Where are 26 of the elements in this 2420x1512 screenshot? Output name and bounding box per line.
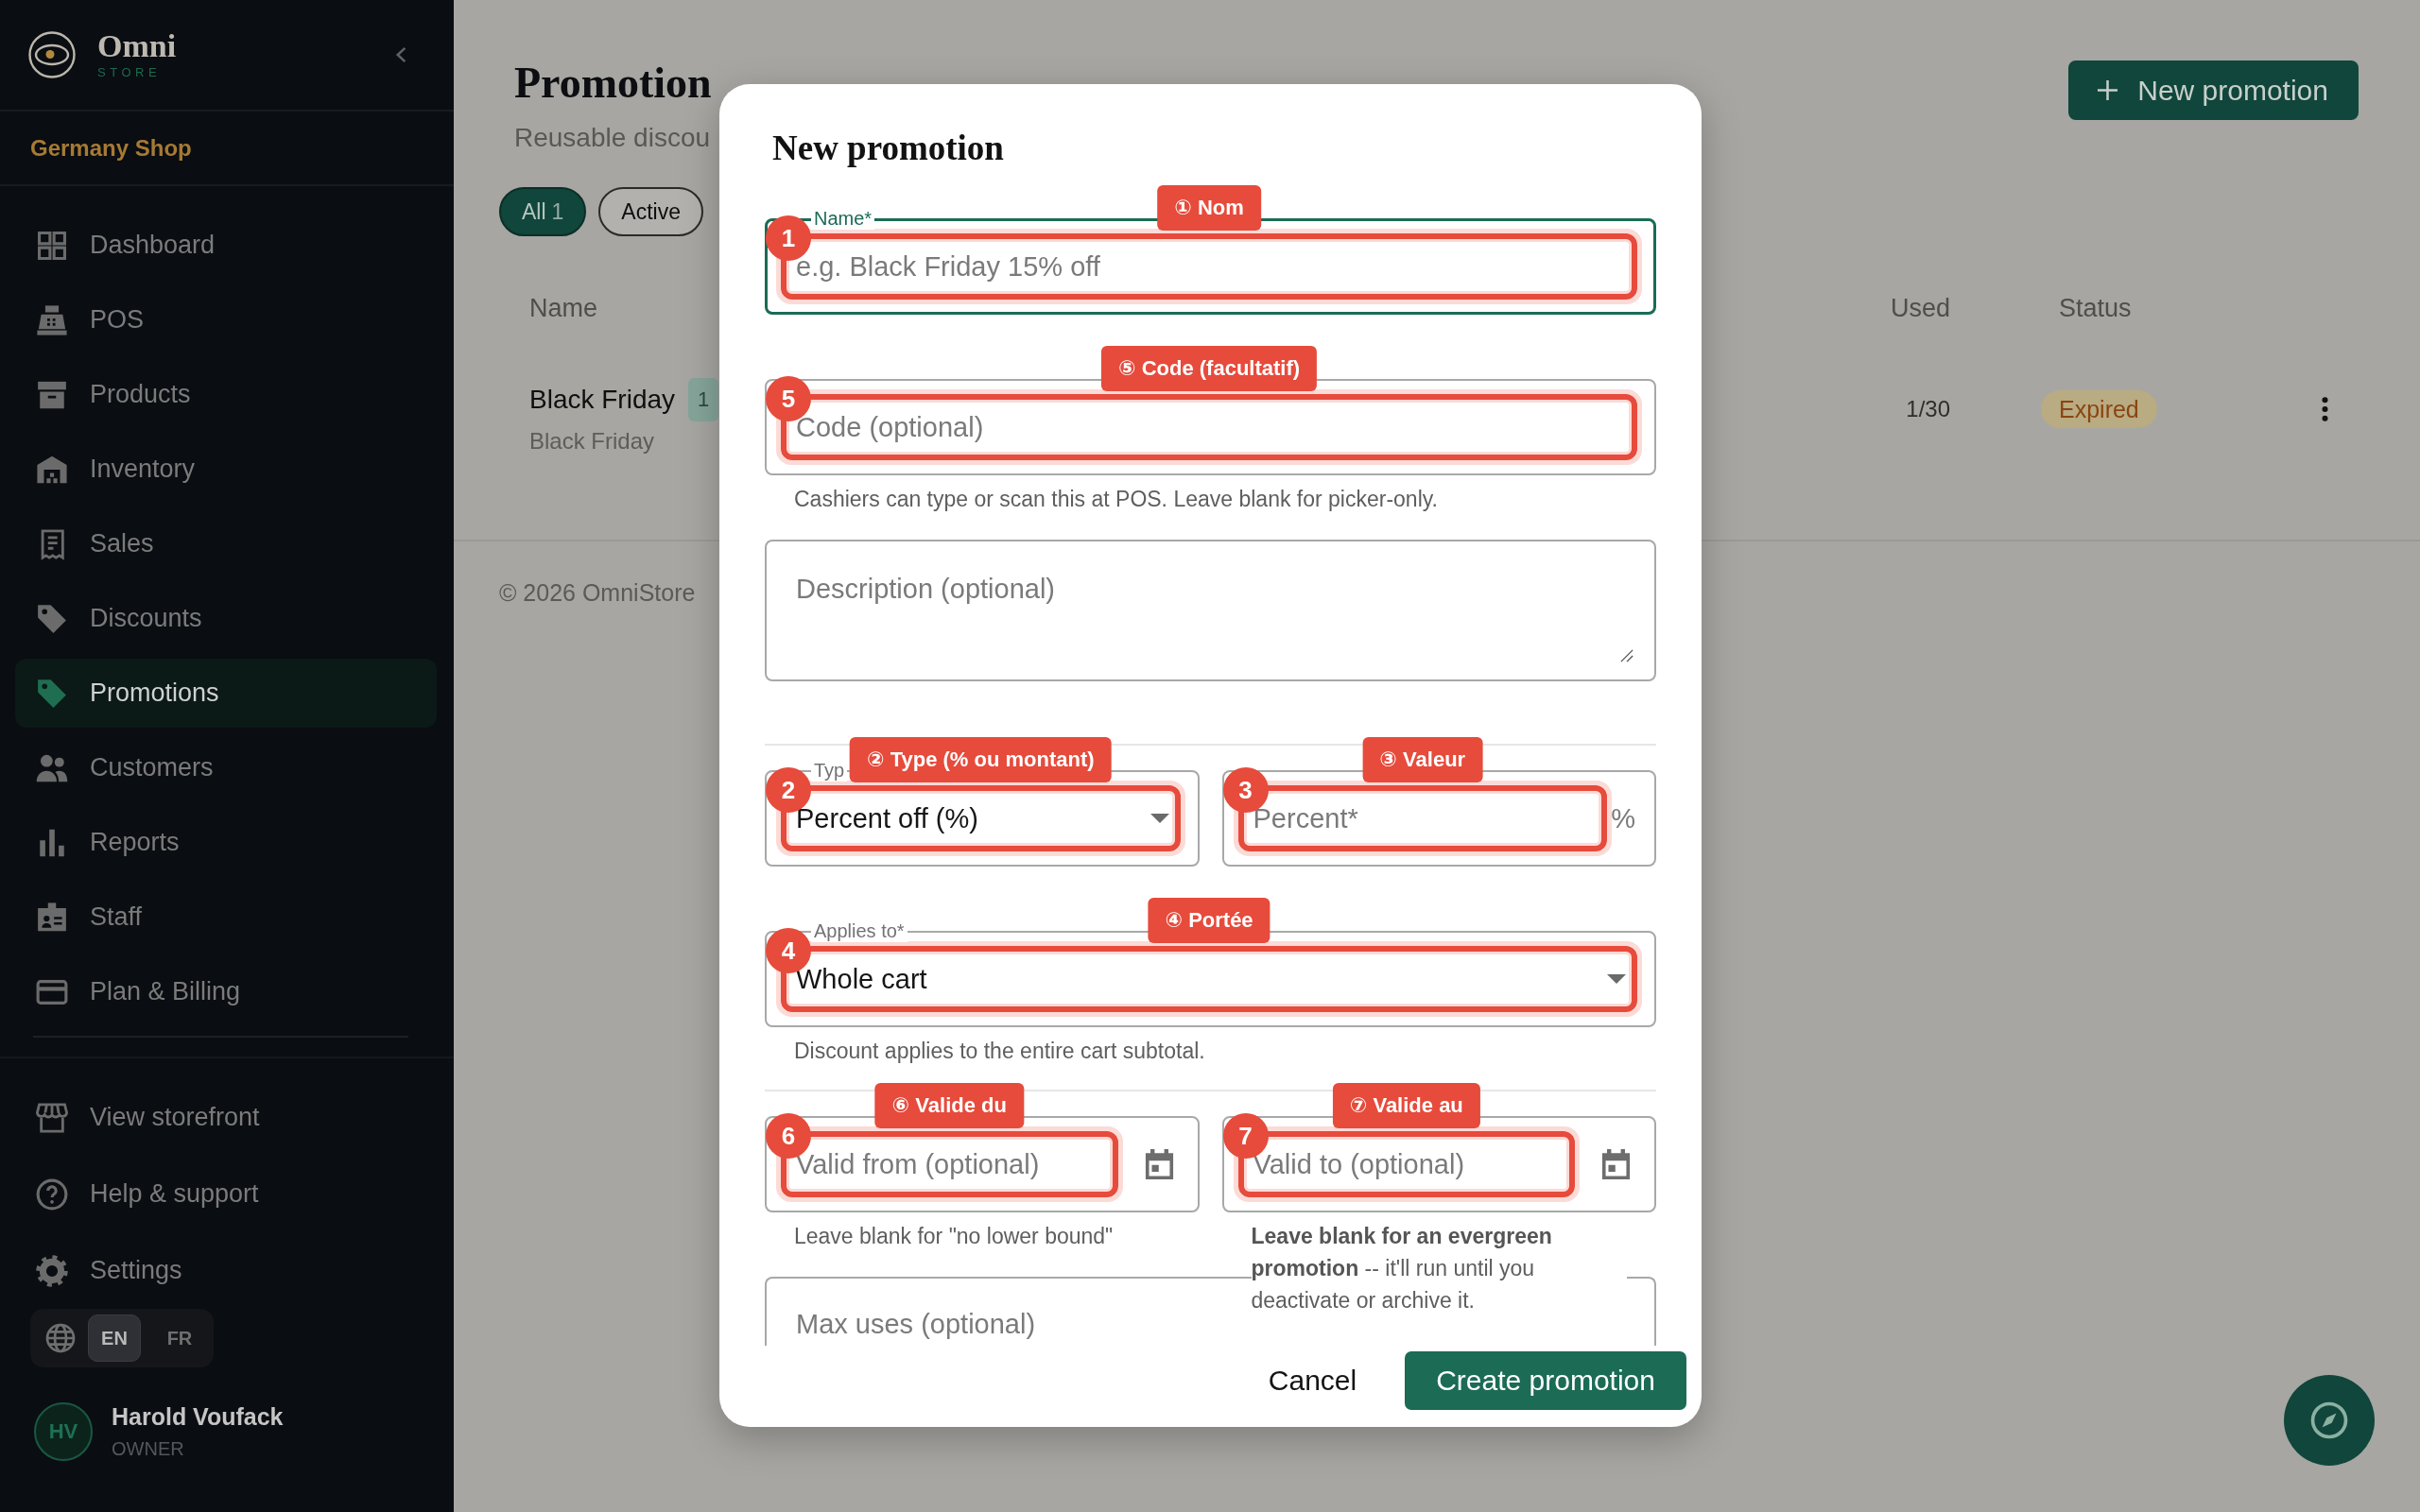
annotation-label: ⑥ Valide du: [874, 1083, 1024, 1128]
count-badge: 1: [688, 378, 719, 421]
column-header: Status: [2058, 293, 2132, 323]
annotation-label: ⑦ Valide au: [1332, 1083, 1480, 1128]
promotion-name: Black Friday: [529, 384, 676, 416]
user-name: Harold Voufack: [112, 1402, 284, 1432]
dialog-title: New promotion: [772, 128, 1004, 169]
page-title: Promotion: [514, 58, 712, 109]
copyright-text: © 2026 OmniStore: [499, 579, 696, 606]
avatar: HV: [34, 1402, 93, 1461]
column-header: Used: [1890, 293, 1950, 323]
annotation-label: ② Type (% ou montant): [849, 737, 1112, 782]
annotation-label: ③ Valeur: [1362, 737, 1483, 782]
annotation-label: ④ Portée: [1148, 898, 1270, 943]
user-role: OWNER: [112, 1437, 184, 1461]
page-subtitle: Reusable discou: [514, 122, 711, 154]
status-badge: Expired: [2041, 390, 2157, 428]
annotation-label: ① Nom: [1157, 185, 1261, 231]
brand-tagline: STORE: [97, 65, 162, 80]
annotation-label: ⑤ Code (facultatif): [1100, 346, 1318, 391]
column-header: Name: [529, 293, 598, 323]
brand-name: Omni: [97, 29, 177, 63]
usage-count: 1/30: [1906, 395, 1950, 423]
unit-suffix: %: [1611, 802, 1635, 834]
shop-name: Germany Shop: [30, 134, 192, 162]
promotion-subtitle: Black Friday: [529, 427, 655, 455]
